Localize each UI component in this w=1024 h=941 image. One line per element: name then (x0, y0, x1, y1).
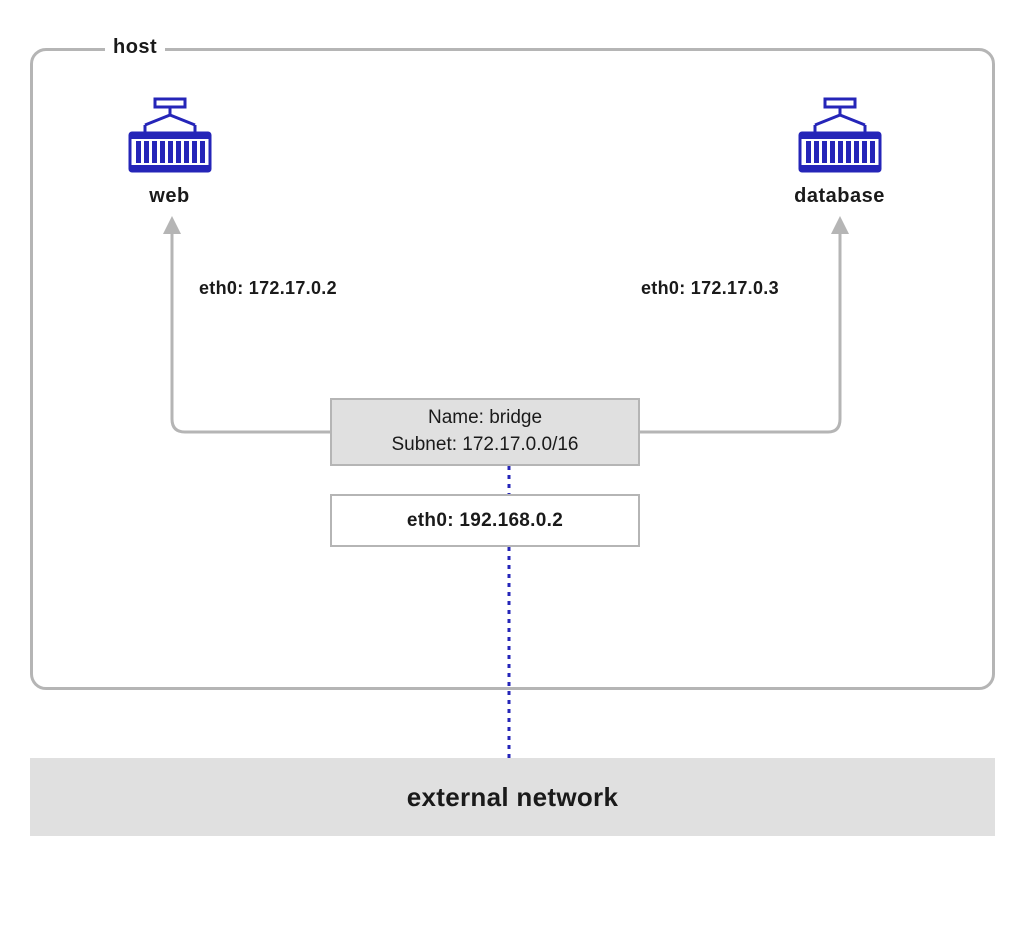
external-network-box: external network (30, 758, 995, 836)
database-interface-label: eth0: 172.17.0.3 (641, 278, 779, 299)
database-label: database (792, 185, 887, 208)
host-interface-label: eth0: 192.168.0.2 (407, 510, 563, 532)
host-label: host (105, 36, 165, 59)
web-container: web (122, 95, 217, 208)
bridge-network-box: Name: bridge Subnet: 172.17.0.0/16 (330, 398, 640, 466)
web-label: web (122, 185, 217, 208)
container-icon (125, 95, 215, 175)
network-diagram: host (0, 0, 1024, 941)
database-container: database (792, 95, 887, 208)
host-interface-box: eth0: 192.168.0.2 (330, 494, 640, 547)
bridge-name: Name: bridge (428, 405, 542, 432)
external-network-label: external network (407, 782, 618, 813)
web-interface-label: eth0: 172.17.0.2 (199, 278, 337, 299)
bridge-subnet: Subnet: 172.17.0.0/16 (392, 432, 579, 459)
container-icon (795, 95, 885, 175)
